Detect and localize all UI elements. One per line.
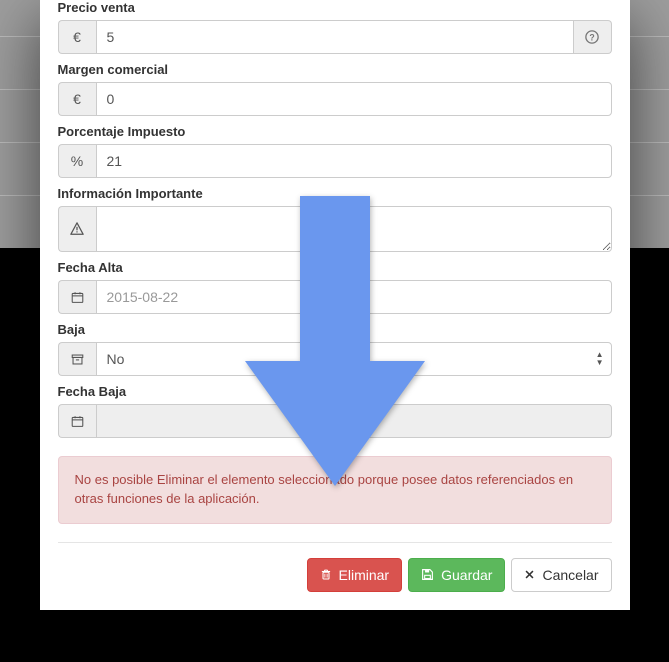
field-porcentaje-impuesto: Porcentaje Impuesto % [58, 124, 612, 178]
calendar-icon [58, 404, 96, 438]
help-icon[interactable]: ? [574, 20, 612, 54]
close-icon [524, 569, 535, 580]
label-info-importante: Información Importante [58, 186, 612, 201]
label-fecha-baja: Fecha Baja [58, 384, 612, 399]
euro-icon: € [58, 20, 96, 54]
modal-footer: Eliminar Guardar Cancelar [58, 542, 612, 592]
label-fecha-alta: Fecha Alta [58, 260, 612, 275]
euro-icon: € [58, 82, 96, 116]
input-porcentaje-impuesto[interactable] [96, 144, 612, 178]
svg-text:?: ? [589, 33, 594, 43]
error-alert: No es posible Eliminar el elemento selec… [58, 456, 612, 524]
input-precio-venta[interactable] [96, 20, 574, 54]
label-baja: Baja [58, 322, 612, 337]
field-precio-venta: Precio venta € ? [58, 0, 612, 54]
input-fecha-baja [96, 404, 612, 438]
input-margen-comercial[interactable] [96, 82, 612, 116]
select-baja[interactable]: No [96, 342, 612, 376]
save-icon [421, 568, 434, 581]
field-info-importante: Información Importante [58, 186, 612, 252]
eliminar-button[interactable]: Eliminar [307, 558, 403, 592]
label-precio-venta: Precio venta [58, 0, 612, 15]
field-fecha-baja: Fecha Baja [58, 384, 612, 438]
calendar-icon [58, 280, 96, 314]
textarea-info-importante[interactable] [96, 206, 612, 252]
modal-form: Precio venta € ? Margen comercial € Porc… [40, 0, 630, 610]
error-alert-text: No es posible Eliminar el elemento selec… [75, 472, 574, 506]
guardar-button-label: Guardar [441, 567, 492, 583]
guardar-button[interactable]: Guardar [408, 558, 505, 592]
percent-icon: % [58, 144, 96, 178]
field-baja: Baja No ▲▼ [58, 322, 612, 376]
field-margen-comercial: Margen comercial € [58, 62, 612, 116]
archive-icon [58, 342, 96, 376]
trash-icon [320, 568, 332, 581]
warning-icon [58, 206, 96, 252]
cancelar-button-label: Cancelar [542, 567, 598, 583]
label-margen-comercial: Margen comercial [58, 62, 612, 77]
eliminar-button-label: Eliminar [339, 567, 390, 583]
field-fecha-alta: Fecha Alta [58, 260, 612, 314]
cancelar-button[interactable]: Cancelar [511, 558, 611, 592]
label-porcentaje-impuesto: Porcentaje Impuesto [58, 124, 612, 139]
input-fecha-alta[interactable] [96, 280, 612, 314]
